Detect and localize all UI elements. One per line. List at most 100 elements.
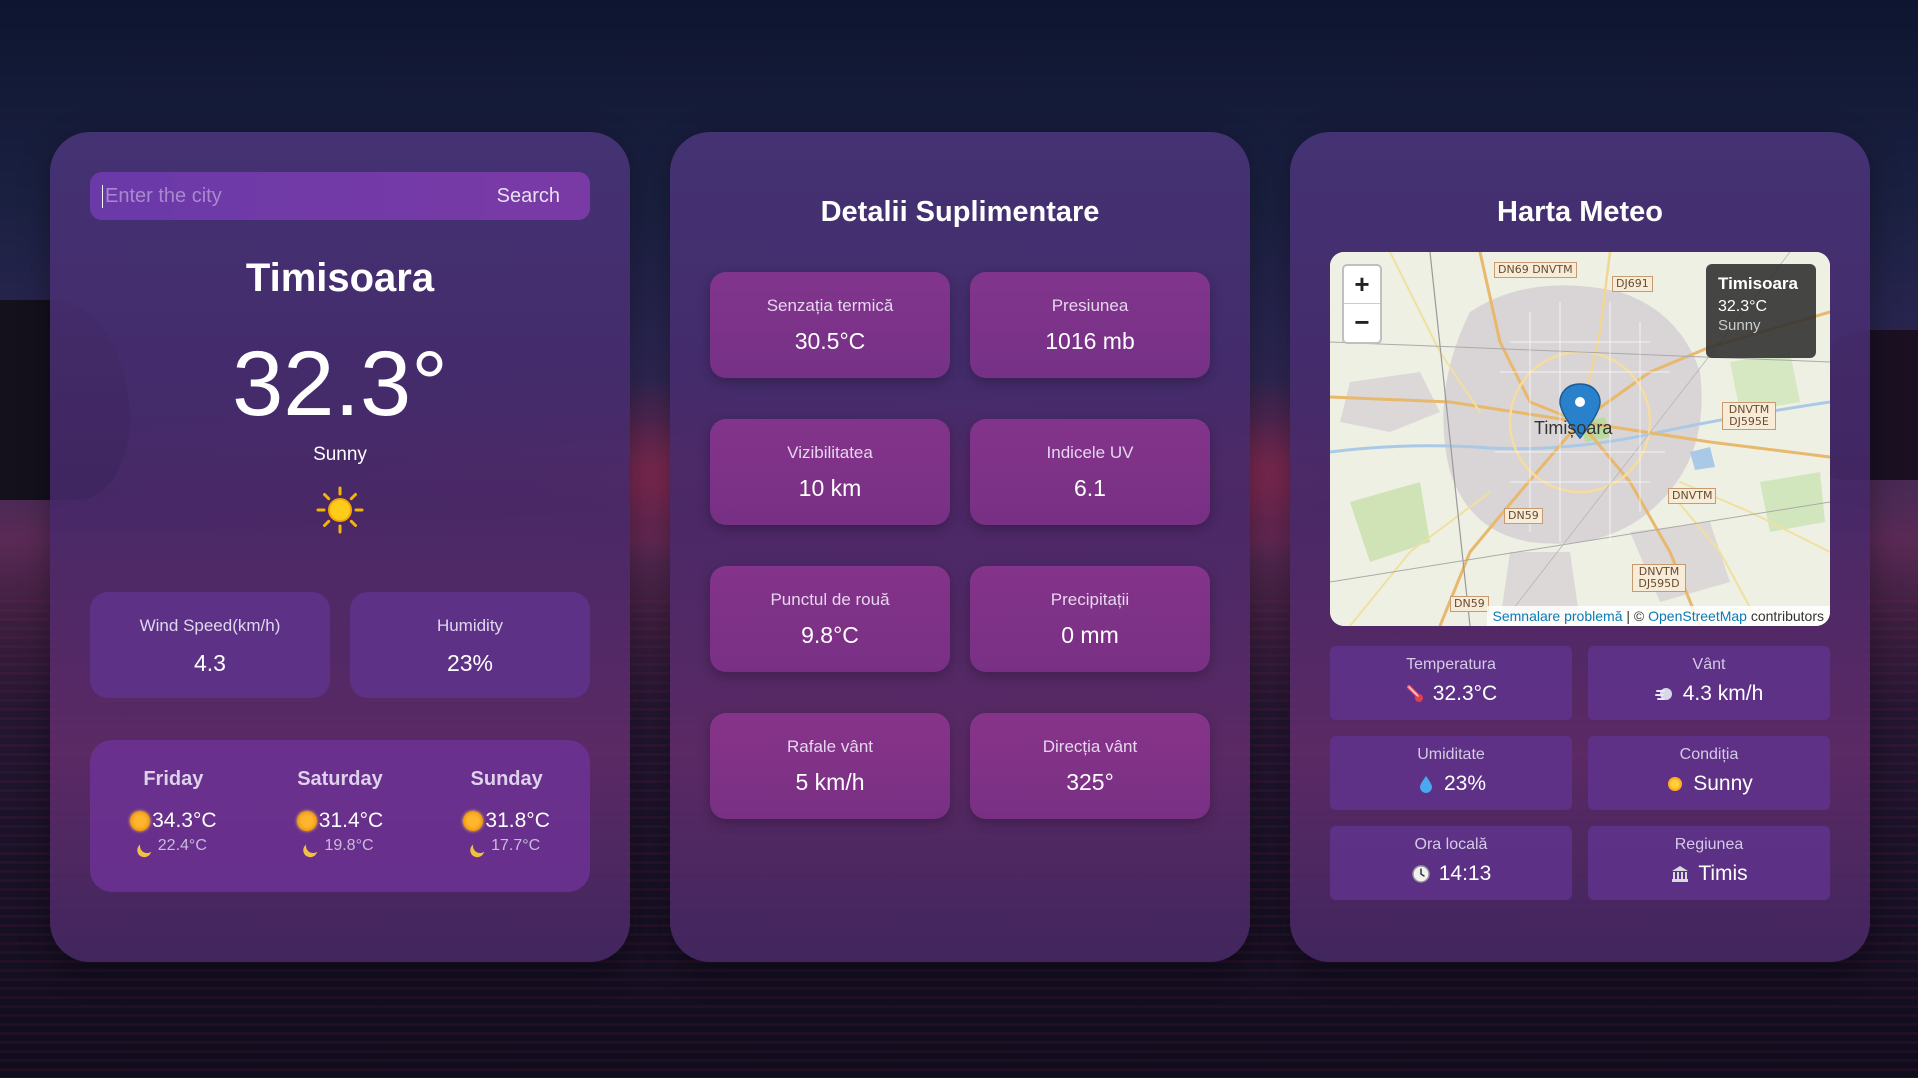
- forecast-high: 31.8°C: [432, 809, 582, 833]
- attribution-tail: contributors: [1746, 608, 1824, 624]
- info-value: Sunny: [1693, 772, 1753, 795]
- detail-value: 0 mm: [1061, 622, 1119, 648]
- info-value: 14:13: [1438, 862, 1492, 885]
- zoom-out-button[interactable]: −: [1344, 304, 1380, 342]
- road-label: DNVTM: [1668, 488, 1717, 504]
- popup-condition: Sunny: [1718, 317, 1761, 334]
- forecast-day-name: Saturday: [297, 768, 383, 790]
- detail-value: 30.5°C: [794, 328, 866, 354]
- detail-wind-direction: Direcția vânt 325°: [970, 713, 1210, 819]
- forecast-low-value: 17.7°C: [491, 837, 541, 854]
- info-value-row: Sunny: [1588, 772, 1830, 796]
- info-label: Umiditate: [1417, 746, 1485, 763]
- humidity-value: 23%: [446, 650, 494, 676]
- detail-precipitation: Precipitații 0 mm: [970, 566, 1210, 672]
- info-label: Regiunea: [1674, 836, 1744, 853]
- map-attribution: Semnalare problemă | © OpenStreetMap con…: [1486, 606, 1830, 626]
- wind-speed-label: Wind Speed(km/h): [139, 616, 281, 635]
- detail-label: Vizibilitatea: [787, 443, 873, 462]
- moon-icon: [471, 837, 489, 855]
- wind-speed-value: 4.3: [194, 650, 226, 676]
- map-popup: Timisoara 32.3°C Sunny: [1706, 264, 1816, 358]
- info-region: Regiunea Timis: [1588, 826, 1830, 900]
- forecast-panel: Friday 34.3°C 22.4°C Saturday 31.4°C 19.…: [90, 740, 590, 892]
- wind-icon: [1654, 688, 1672, 700]
- forecast-day: Friday 34.3°C 22.4°C: [98, 768, 248, 892]
- forecast-day-name: Friday: [143, 768, 204, 790]
- detail-dew-point: Punctul de rouă 9.8°C: [710, 566, 950, 672]
- forecast-high: 34.3°C: [98, 809, 248, 833]
- detail-value: 9.8°C: [801, 622, 859, 648]
- detail-visibility: Vizibilitatea 10 km: [710, 419, 950, 525]
- sun-icon: [1668, 777, 1683, 791]
- forecast-day: Sunday 31.8°C 17.7°C: [432, 768, 582, 892]
- detail-value: 1016 mb: [1045, 328, 1135, 354]
- detail-label: Presiunea: [1051, 296, 1129, 315]
- weather-map[interactable]: DN69 DNVTM DJ691 DNVTM DJ595E DNVTM DN59…: [1330, 252, 1830, 626]
- detail-label: Precipitații: [1050, 590, 1130, 609]
- forecast-low: 22.4°C: [98, 837, 248, 855]
- detail-value: 325°: [1066, 769, 1114, 795]
- road-label: DN69 DNVTM: [1494, 262, 1577, 278]
- forecast-low-value: 19.8°C: [324, 837, 374, 854]
- zoom-in-button[interactable]: +: [1344, 266, 1380, 304]
- details-card: Detalii Suplimentare Senzația termică 30…: [670, 132, 1250, 962]
- condition-text: Sunny: [313, 444, 367, 465]
- map-title: Harta Meteo: [1497, 196, 1663, 228]
- bank-icon: [1672, 866, 1689, 882]
- info-label: Vânt: [1692, 656, 1726, 673]
- humidity-label: Humidity: [436, 616, 504, 635]
- road-label: DN59: [1450, 596, 1489, 612]
- detail-label: Rafale vânt: [787, 737, 873, 756]
- info-label: Condiția: [1679, 746, 1739, 763]
- wind-speed-box: Wind Speed(km/h) 4.3: [90, 592, 330, 698]
- info-label: Ora locală: [1414, 836, 1488, 853]
- info-value: 32.3°C: [1432, 682, 1498, 705]
- details-title: Detalii Suplimentare: [820, 196, 1100, 228]
- info-value: Timis: [1698, 862, 1748, 885]
- forecast-high-value: 31.4°C: [318, 809, 384, 832]
- info-value-row: 14:13: [1330, 862, 1572, 886]
- zoom-control: + −: [1342, 264, 1382, 344]
- report-problem-link[interactable]: Semnalare problemă: [1493, 608, 1623, 624]
- detail-uv-index: Indicele UV 6.1: [970, 419, 1210, 525]
- road-label: DN59: [1504, 508, 1543, 524]
- info-value-row: 32.3°C: [1330, 682, 1572, 706]
- moon-icon: [138, 837, 156, 855]
- sun-icon: [296, 811, 317, 831]
- search-button[interactable]: Search: [497, 185, 560, 208]
- detail-value: 10 km: [798, 475, 862, 501]
- humidity-box: Humidity 23%: [350, 592, 590, 698]
- detail-label: Punctul de rouă: [770, 590, 890, 609]
- search-bar: Search: [90, 172, 590, 220]
- forecast-day: Saturday 31.4°C 19.8°C: [265, 768, 415, 892]
- popup-temperature: 32.3°C: [1718, 298, 1768, 315]
- detail-label: Senzația termică: [766, 296, 894, 315]
- info-value-row: 4.3 km/h: [1588, 682, 1830, 706]
- info-temperature: Temperatura 32.3°C: [1330, 646, 1572, 720]
- attribution-separator: | ©: [1622, 608, 1649, 624]
- forecast-high-value: 34.3°C: [152, 809, 217, 832]
- road-label: DJ691: [1612, 276, 1653, 292]
- info-humidity: Umiditate 23%: [1330, 736, 1572, 810]
- detail-value: 5 km/h: [795, 769, 865, 795]
- detail-feels-like: Senzația termică 30.5°C: [710, 272, 950, 378]
- info-label: Temperatura: [1406, 656, 1496, 673]
- sun-icon: [463, 811, 484, 831]
- search-input[interactable]: [102, 184, 462, 208]
- info-value: 4.3 km/h: [1682, 682, 1764, 705]
- droplet-icon: [1419, 776, 1432, 793]
- detail-pressure: Presiunea 1016 mb: [970, 272, 1210, 378]
- detail-label: Direcția vânt: [1042, 737, 1138, 756]
- info-value: 23%: [1443, 772, 1487, 795]
- forecast-low-value: 22.4°C: [157, 837, 207, 854]
- detail-wind-gusts: Rafale vânt 5 km/h: [710, 713, 950, 819]
- moon-icon: [304, 837, 322, 855]
- osm-link[interactable]: OpenStreetMap: [1648, 608, 1747, 624]
- forecast-high-value: 31.8°C: [485, 809, 550, 832]
- sun-icon: [316, 486, 364, 534]
- thermometer-icon: [1406, 685, 1423, 702]
- current-weather-card: Search Timisoara 32.3° Sunny Wind Speed(…: [50, 132, 630, 962]
- forecast-low: 19.8°C: [265, 837, 415, 855]
- clock-icon: [1411, 865, 1430, 883]
